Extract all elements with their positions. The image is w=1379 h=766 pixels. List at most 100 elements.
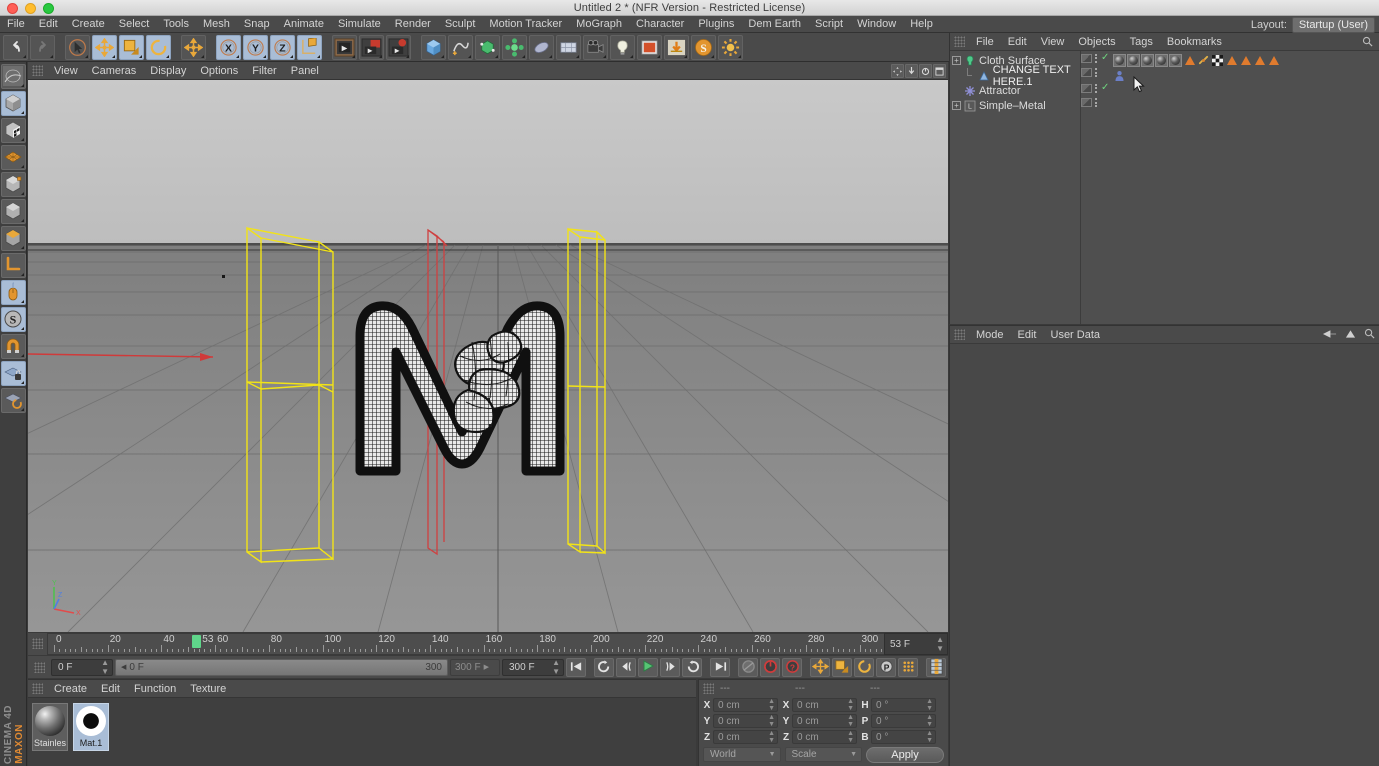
position-z-input[interactable]: 0 cm ▲ ▼ — [713, 730, 778, 744]
material-item-mat1[interactable]: Mat.1 — [73, 703, 109, 751]
stepper-icon[interactable]: ▲ ▼ — [847, 714, 854, 728]
texture-tag[interactable] — [1211, 54, 1224, 67]
menu-character[interactable]: Character — [629, 16, 691, 33]
add-camera-button[interactable] — [583, 34, 608, 60]
material-tag[interactable] — [1127, 54, 1140, 67]
position-y-input[interactable]: 0 cm ▲ ▼ — [713, 714, 778, 728]
menu-dem-earth[interactable]: Dem Earth — [741, 16, 808, 33]
go-to-end-button[interactable] — [710, 657, 730, 677]
menu-edit[interactable]: Edit — [32, 16, 65, 33]
render-view-button[interactable] — [332, 34, 357, 60]
end-frame-field[interactable]: 300 F ▲ ▼ — [502, 658, 564, 676]
menu-motion-tracker[interactable]: Motion Tracker — [482, 16, 569, 33]
add-material-button[interactable] — [637, 34, 662, 60]
start-frame-field[interactable]: 0 F ▲ ▼ — [51, 658, 113, 676]
object-menu-edit[interactable]: Edit — [1001, 33, 1034, 51]
position-x-input[interactable]: 0 cm ▲ ▼ — [713, 698, 778, 712]
viewport-menu-panel[interactable]: Panel — [284, 62, 326, 80]
render-settings-button[interactable] — [386, 34, 411, 60]
material-tag[interactable] — [1155, 54, 1168, 67]
coordinates-grip[interactable] — [703, 683, 714, 694]
end-frame-stepper-icon[interactable]: ▲ ▼ — [552, 658, 560, 676]
coordinate-system-dropdown[interactable]: World ▼ — [703, 747, 781, 762]
move-axis-tool[interactable] — [181, 34, 206, 60]
enable-snap-button[interactable]: S — [0, 307, 26, 332]
visibility-toggle[interactable] — [1081, 98, 1092, 107]
keyframe-selection-button[interactable]: ? — [782, 657, 802, 677]
rotation-key-button[interactable] — [854, 657, 874, 677]
viewport-solo-button[interactable] — [0, 280, 26, 305]
stepper-icon[interactable]: ▲ ▼ — [768, 714, 775, 728]
point-level-animation-button[interactable] — [898, 657, 918, 677]
object-tree[interactable]: + Cloth Surface CHANGE TEXT HERE.1 Attracto… — [950, 51, 1379, 324]
enable-dots-icon[interactable] — [1095, 98, 1098, 107]
object-visibility-group[interactable]: ✓ — [1081, 83, 1111, 93]
object-visibility-group[interactable] — [1081, 68, 1111, 77]
viewport-menu-display[interactable]: Display — [143, 62, 193, 80]
menu-create[interactable]: Create — [65, 16, 112, 33]
attribute-menu-mode[interactable]: Mode — [969, 326, 1011, 344]
object-tree-column[interactable]: + Cloth Surface CHANGE TEXT HERE.1 Attracto… — [950, 51, 1081, 324]
timeline-ruler[interactable]: 0 20 40 60 80 100 120 140 160 180 200 220 240 260 280 3… — [47, 633, 884, 655]
stepper-icon[interactable]: ▲ ▼ — [926, 698, 933, 712]
attractor-tag[interactable] — [1253, 54, 1266, 67]
material-list[interactable]: Stainles Mat.1 — [28, 698, 696, 751]
workplane-lock-button[interactable] — [0, 361, 26, 386]
material-tag[interactable] — [1113, 54, 1126, 67]
menu-tools[interactable]: Tools — [156, 16, 196, 33]
stepper-icon[interactable]: ▲ ▼ — [926, 730, 933, 744]
viewport-3d-canvas[interactable]: Y X Z — [28, 80, 948, 632]
attractor-tag[interactable] — [1225, 54, 1238, 67]
menu-window[interactable]: Window — [850, 16, 903, 33]
material-menu-edit[interactable]: Edit — [94, 680, 127, 698]
attribute-menu-user-data[interactable]: User Data — [1044, 326, 1108, 344]
visibility-toggle[interactable] — [1081, 83, 1092, 93]
content-browser-button[interactable] — [664, 34, 689, 60]
menu-render[interactable]: Render — [388, 16, 438, 33]
attribute-nav-icons[interactable] — [1322, 328, 1375, 342]
object-row[interactable]: + L Simple–Metal — [950, 98, 1080, 113]
redo-button[interactable] — [30, 34, 55, 60]
sculpt-button[interactable]: S — [691, 34, 716, 60]
object-menu-file[interactable]: File — [969, 33, 1001, 51]
world-object-coordinate-button[interactable] — [297, 34, 322, 60]
viewport-panel-grip[interactable] — [32, 65, 43, 76]
stepper-icon[interactable]: ▲ ▼ — [926, 714, 933, 728]
add-spline-button[interactable] — [448, 34, 473, 60]
object-row[interactable]: CHANGE TEXT HERE.1 — [950, 64, 1080, 88]
magnet-tool-button[interactable] — [0, 334, 26, 359]
material-menu-function[interactable]: Function — [127, 680, 183, 698]
record-active-objects-button[interactable] — [738, 657, 758, 677]
rotation-b-input[interactable]: 0 ° ▲ ▼ — [871, 730, 936, 744]
layout-dropdown[interactable]: Startup (User) — [1291, 16, 1375, 33]
model-mode-button[interactable] — [0, 91, 26, 116]
viewport-view-controls[interactable] — [891, 64, 946, 78]
axis-modify-button[interactable] — [0, 253, 26, 278]
live-selection-tool[interactable] — [65, 34, 90, 60]
object-visibility-group[interactable] — [1081, 98, 1111, 107]
menu-simulate[interactable]: Simulate — [331, 16, 388, 33]
close-window-button[interactable] — [7, 3, 18, 14]
rotation-h-input[interactable]: 0 ° ▲ ▼ — [871, 698, 936, 712]
object-row[interactable]: Attractor — [950, 83, 1080, 98]
previous-keyframe-button[interactable] — [594, 657, 614, 677]
z-axis-lock-button[interactable]: Z — [270, 34, 295, 60]
object-visibility-group[interactable]: ✓ — [1081, 53, 1111, 63]
menu-help[interactable]: Help — [903, 16, 940, 33]
attractor-tag[interactable] — [1239, 54, 1252, 67]
menu-snap[interactable]: Snap — [237, 16, 277, 33]
stepper-icon[interactable]: ▲ ▼ — [768, 730, 775, 744]
expand-toggle-icon[interactable]: + — [952, 56, 961, 65]
add-cube-button[interactable] — [421, 34, 446, 60]
viewport-menu-cameras[interactable]: Cameras — [85, 62, 144, 80]
up-arrow-icon[interactable] — [1345, 329, 1356, 342]
y-axis-lock-button[interactable]: Y — [243, 34, 268, 60]
menu-mesh[interactable]: Mesh — [196, 16, 237, 33]
x-axis-lock-button[interactable]: X — [216, 34, 241, 60]
character-tag[interactable] — [1113, 69, 1126, 82]
material-item-stainles[interactable]: Stainles — [32, 703, 68, 751]
apply-button[interactable]: Apply — [866, 746, 944, 763]
go-to-start-button[interactable] — [566, 657, 586, 677]
move-tool[interactable] — [92, 34, 117, 60]
attribute-manager-grip[interactable] — [954, 329, 965, 340]
